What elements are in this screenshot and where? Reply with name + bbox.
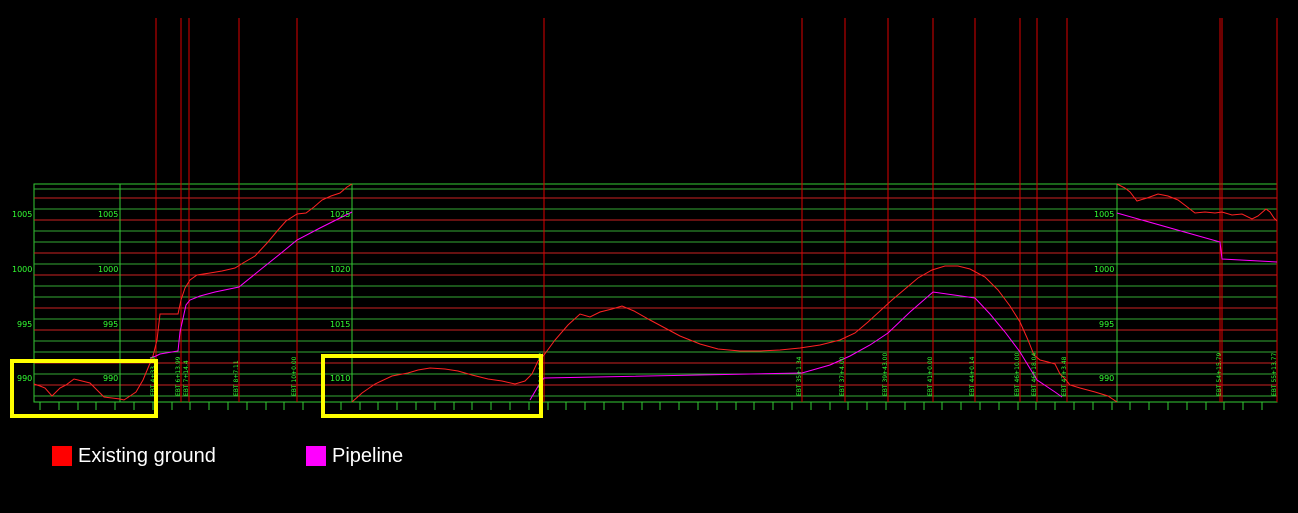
elevation-labels-panel-1-outer: 1005 1000 995 990 xyxy=(12,210,32,383)
elev-label: 1000 xyxy=(1094,265,1114,274)
elev-label: 1015 xyxy=(330,320,350,329)
elev-label: 990 xyxy=(1099,374,1114,383)
elev-label: 1020 xyxy=(330,265,350,274)
existing-ground-line xyxy=(33,183,353,401)
elev-label: 995 xyxy=(1099,320,1114,329)
elev-label: 1005 xyxy=(12,210,32,219)
station-label: EBT 8+7.11 xyxy=(233,360,240,396)
horizontal-grid xyxy=(34,188,1277,397)
station-label: EBT 46+18.04 xyxy=(1031,352,1038,396)
station-label: EBT 54+15.79 xyxy=(1216,352,1223,396)
station-label: EBT 46+10.00 xyxy=(1014,352,1021,396)
legend-label-existing-ground: Existing ground xyxy=(78,444,216,467)
profile-frame xyxy=(33,183,1278,403)
panel-separators xyxy=(119,184,1118,402)
elev-label: 990 xyxy=(103,374,118,383)
station-label: EBT 35+1.34 xyxy=(796,356,803,396)
highlight-box-middle xyxy=(321,354,543,418)
legend-pipeline: Pipeline xyxy=(306,445,403,467)
elev-label: 1005 xyxy=(1094,210,1114,219)
elev-label: 1000 xyxy=(98,265,118,274)
legend-swatch-pipeline xyxy=(306,446,326,466)
station-label: EBT 44+0.14 xyxy=(969,356,976,396)
station-label: EBT 39+43.00 xyxy=(882,352,889,396)
station-label: EBT 47+3.48 xyxy=(1061,356,1068,396)
station-ticks xyxy=(39,402,1263,410)
elev-label: 995 xyxy=(103,320,118,329)
legend-label-pipeline: Pipeline xyxy=(332,444,404,467)
elev-label: 1025 xyxy=(330,210,350,219)
station-label: EBT 7+14.4 xyxy=(183,360,190,396)
existing-ground-line-3 xyxy=(1116,183,1278,222)
legend-existing-ground: Existing ground xyxy=(52,445,216,467)
station-label: EBT 10+0.00 xyxy=(291,356,298,396)
station-label: EBT 6+13.99 xyxy=(175,356,182,396)
elev-label: 995 xyxy=(17,320,32,329)
station-label: EBT 55+13.77 xyxy=(1271,352,1278,396)
elev-label: 1010 xyxy=(330,374,350,383)
pipeline-line xyxy=(149,211,353,359)
elev-label: 990 xyxy=(17,374,32,383)
elev-label: 1005 xyxy=(98,210,118,219)
station-label: EBT 37+4.00 xyxy=(839,356,846,396)
legend-swatch-existing-ground xyxy=(52,446,72,466)
station-label: EBT 41+0.00 xyxy=(927,356,934,396)
elev-label: 1000 xyxy=(12,265,32,274)
profile-drawing: 1005 1000 995 990 1005 1000 995 990 1025… xyxy=(10,18,1278,418)
